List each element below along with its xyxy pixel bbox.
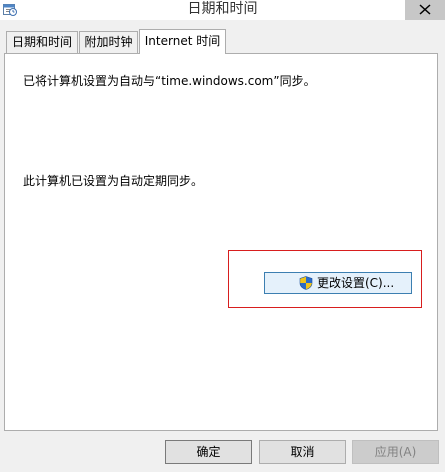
clock-calendar-icon (3, 2, 17, 16)
sync-message: 已将计算机设置为自动与“time.windows.com”同步。 (23, 74, 316, 88)
cancel-button[interactable]: 取消 (259, 440, 346, 464)
apply-button[interactable]: 应用(A) (352, 440, 439, 464)
ok-button[interactable]: 确定 (165, 440, 252, 464)
tab-additional-clocks[interactable]: 附加时钟 (79, 31, 138, 53)
schedule-message: 此计算机已设置为自动定期同步。 (23, 174, 204, 188)
tab-date-and-time[interactable]: 日期和时间 (6, 31, 78, 53)
change-settings-label: 更改设置(C)... (317, 276, 395, 290)
title-bar: 日期和时间 (0, 0, 445, 20)
internet-time-panel: 已将计算机设置为自动与“time.windows.com”同步。 此计算机已设置… (4, 53, 438, 431)
close-icon (419, 4, 431, 15)
uac-shield-icon (299, 276, 313, 290)
tab-internet-time[interactable]: Internet 时间 (139, 29, 226, 54)
window-title: 日期和时间 (187, 1, 258, 17)
close-button[interactable] (405, 0, 445, 20)
change-settings-button[interactable]: 更改设置(C)... (264, 272, 412, 294)
